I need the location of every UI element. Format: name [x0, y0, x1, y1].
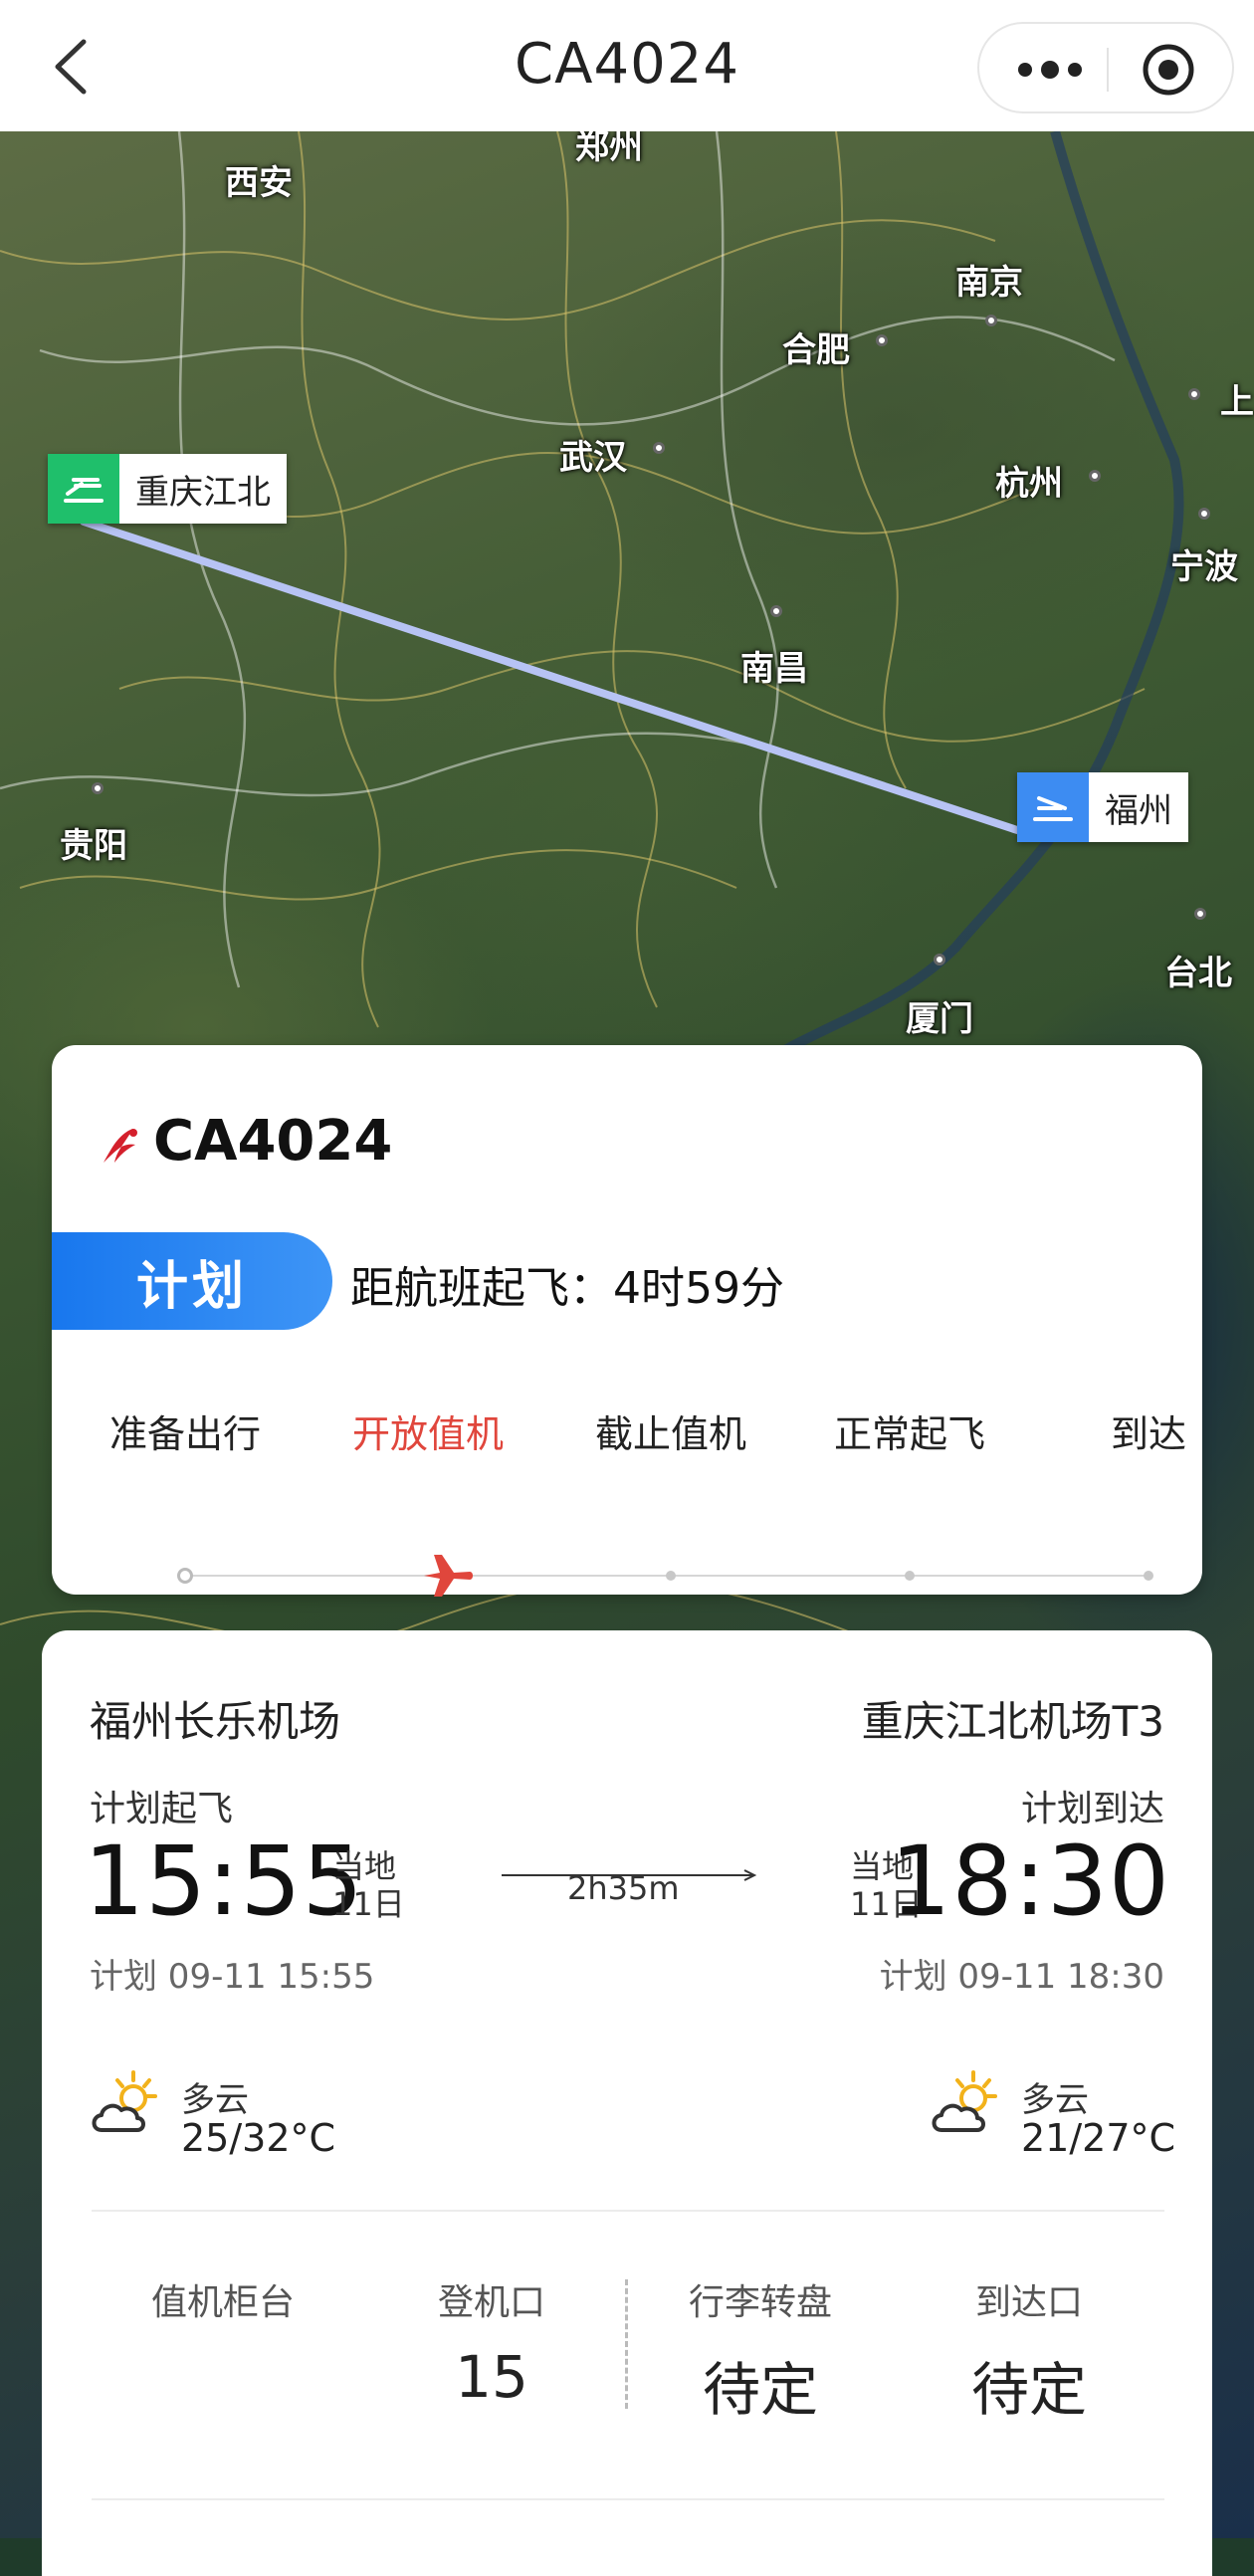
arrival-weather: 多云	[1021, 2080, 1089, 2120]
departure-temperature: 25/32°C	[181, 2116, 336, 2160]
city-dot	[1198, 508, 1210, 520]
city-dot	[1194, 908, 1206, 920]
gate-label: 登机口	[437, 2282, 546, 2323]
arrival-airport: 重庆江北机场T3	[861, 1697, 1164, 1746]
capsule-divider	[1107, 48, 1109, 92]
city-label: 西安	[225, 163, 293, 203]
dashed-divider	[625, 2279, 628, 2409]
city-dot	[1188, 388, 1200, 400]
departure-icon	[48, 454, 119, 524]
divider	[92, 2498, 1164, 2500]
city-dot	[985, 315, 997, 326]
departure-airport: 福州长乐机场	[90, 1697, 341, 1746]
arrival-scheduled: 计划 09-11 18:30	[879, 1957, 1164, 1997]
city-dot	[1089, 470, 1101, 482]
air-china-logo-icon	[104, 1129, 137, 1163]
flight-detail-card: 福州长乐机场 重庆江北机场T3 计划起飞 计划到达 15:55 当地 11日 2…	[42, 1630, 1212, 2576]
arrival-temperature: 21/27°C	[1021, 2116, 1176, 2160]
top-nav-bar: CA4024	[0, 0, 1254, 131]
baggage-carousel-value: 待定	[702, 2356, 819, 2424]
city-label: 台北	[1164, 954, 1232, 993]
partly-cloudy-icon	[932, 2070, 997, 2132]
departure-label: 计划起飞	[90, 1789, 234, 1829]
city-dot	[876, 334, 888, 346]
city-label: 杭州	[995, 464, 1063, 504]
flight-number: CA4024	[153, 1109, 393, 1174]
city-dot	[653, 442, 665, 454]
city-label: 贵阳	[60, 826, 127, 866]
departure-local-tag: 当地 11日	[332, 1847, 405, 1923]
progress-steps: 准备出行 开放值机 截止值机 正常起飞 到达	[52, 1403, 1202, 1597]
departure-time: 15:55	[84, 1825, 364, 1937]
city-label: 武汉	[559, 438, 627, 478]
flight-status-card: CA4024 计划 距航班起飞：4时59分 准备出行 开放值机 截止值机 正常起…	[52, 1045, 1202, 1597]
city-label: 南昌	[740, 649, 808, 689]
date-text: 11日	[332, 1885, 405, 1923]
flight-duration: 2h35m	[567, 1869, 680, 1907]
origin-airport-name: 重庆江北	[119, 454, 287, 524]
plane-icon	[424, 1555, 473, 1597]
arrival-label: 计划到达	[1020, 1789, 1164, 1829]
city-label: 南京	[955, 263, 1023, 303]
departure-scheduled: 计划 09-11 15:55	[90, 1957, 375, 1997]
checkin-counter-label: 值机柜台	[150, 2282, 296, 2323]
step-dot	[1144, 1571, 1153, 1581]
divider	[92, 2210, 1164, 2212]
destination-airport-name: 福州	[1089, 772, 1188, 842]
city-dot	[934, 954, 945, 966]
city-dot	[92, 782, 104, 794]
arrival-exit-label: 到达口	[974, 2282, 1084, 2323]
step-label-active: 开放值机	[351, 1412, 505, 1456]
arrival-time: 18:30	[890, 1825, 1170, 1937]
city-label: 宁波	[1170, 547, 1238, 587]
city-dot	[770, 605, 782, 617]
status-badge: 计划	[52, 1232, 332, 1330]
city-label: 郑州	[575, 131, 643, 167]
close-target-icon[interactable]	[1141, 42, 1196, 98]
step-label: 到达	[1110, 1412, 1187, 1456]
step-dot	[177, 1568, 193, 1584]
origin-airport-tag[interactable]: 重庆江北	[48, 454, 287, 524]
step-label: 正常起飞	[833, 1412, 986, 1456]
step-label: 准备出行	[108, 1412, 262, 1456]
city-label: 上	[1220, 382, 1254, 422]
partly-cloudy-icon	[92, 2070, 157, 2132]
departure-weather: 多云	[181, 2080, 249, 2120]
step-dot	[666, 1571, 676, 1581]
arrival-icon	[1017, 772, 1089, 842]
city-label: 合肥	[782, 330, 850, 370]
local-text: 当地	[332, 1847, 397, 1885]
more-icon[interactable]	[1015, 50, 1085, 90]
destination-airport-tag[interactable]: 福州	[1017, 772, 1188, 842]
step-label: 截止值机	[594, 1412, 747, 1456]
gate-value: 15	[455, 2343, 528, 2411]
baggage-carousel-label: 行李转盘	[688, 2282, 833, 2323]
departure-countdown: 距航班起飞：4时59分	[350, 1263, 784, 1314]
step-dot	[905, 1571, 915, 1581]
city-label: 厦门	[906, 999, 973, 1039]
miniprogram-capsule	[977, 22, 1234, 113]
arrival-exit-value: 待定	[970, 2356, 1088, 2424]
